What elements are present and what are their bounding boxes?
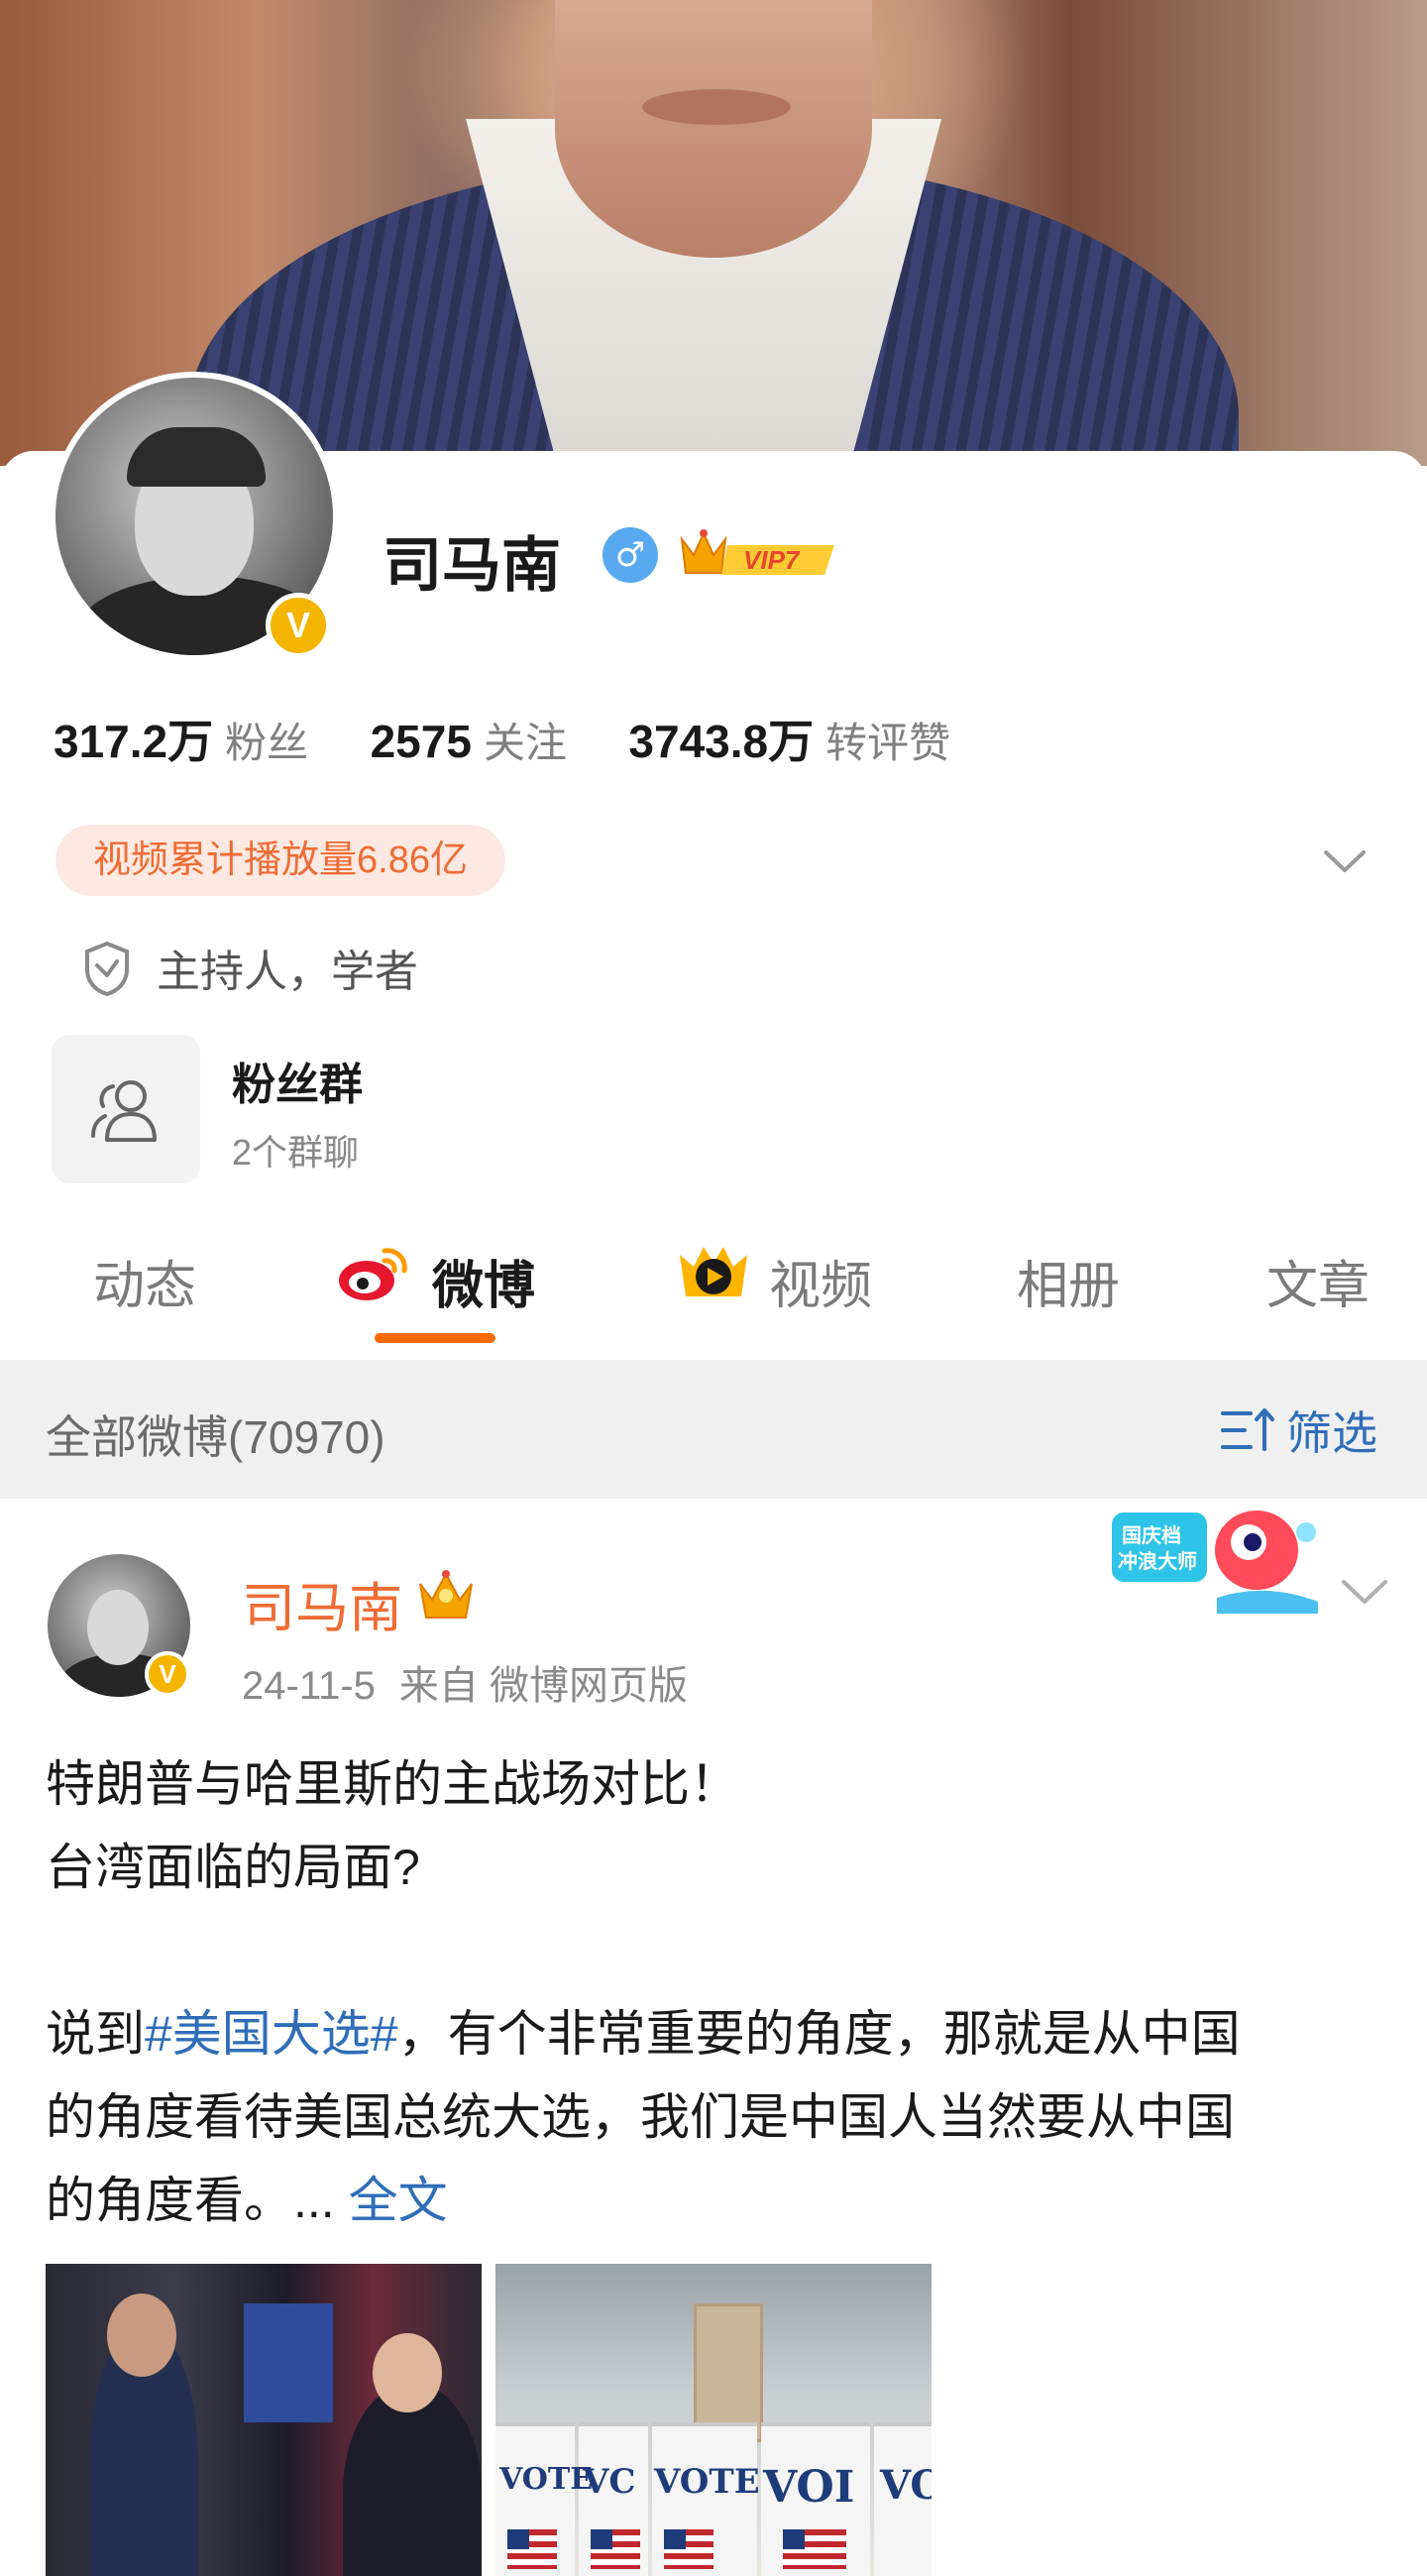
post-menu-chevron-icon[interactable]: [1338, 1570, 1391, 1614]
rally-person-left-head: [107, 2294, 176, 2377]
profile-stats: 317.2万 粉丝 2575 关注 3743.8万 转评赞: [54, 706, 1008, 771]
post-author-name[interactable]: 司马南: [242, 1564, 402, 1642]
stat-interactions[interactable]: 3743.8万 转评赞: [628, 706, 950, 771]
us-flag-4: [783, 2529, 846, 2569]
post-source[interactable]: 来自 微博网页版: [399, 1664, 688, 1708]
us-flag-1: [507, 2529, 557, 2569]
vip-badge-text: VIP7: [743, 545, 801, 575]
fan-group-subtitle: 2个群聊: [232, 1132, 360, 1173]
post-text: 特朗普与哈里斯的主战场对比！ 台湾面临的局面? 说到#美国大选#，有个非常重要的…: [46, 1742, 1393, 2242]
tab-album[interactable]: 相册: [1017, 1244, 1120, 1318]
post-image-rally[interactable]: [46, 2264, 482, 2576]
post-paragraph-line-2: 的角度看待美国总统大选，我们是中国人当然要从中国: [46, 2089, 1235, 2145]
vote-word-4: VOI: [763, 2462, 855, 2513]
voting-room-door: [694, 2303, 763, 2442]
weibo-logo-icon: [339, 1248, 407, 1300]
post-line-1: 特朗普与哈里斯的主战场对比！: [46, 1756, 739, 1812]
post-image-voting[interactable]: VOTE VC VOTE VOI VO: [495, 2264, 932, 2576]
post-topic-link[interactable]: #美国大选#: [145, 2006, 398, 2062]
tab-articles[interactable]: 文章: [1266, 1244, 1370, 1318]
verified-badge-icon: V: [266, 593, 331, 658]
tab-video[interactable]: 视频: [769, 1244, 872, 1318]
group-people-icon: [91, 1080, 157, 1142]
vote-word-3: VOTE: [654, 2462, 760, 2502]
post-blank-line: [46, 1909, 1393, 1992]
filter-sort-icon[interactable]: [1221, 1405, 1276, 1455]
fan-group-title[interactable]: 粉丝群: [232, 1049, 363, 1112]
followers-count: 317.2万: [54, 716, 214, 767]
crown-icon: [419, 1570, 473, 1619]
rally-person-right-head: [373, 2333, 442, 2412]
vote-word-2: VC: [583, 2462, 636, 2502]
holiday-badge-text-line1: 国庆档: [1122, 1523, 1181, 1547]
post-para-line3: 的角度看。...: [46, 2173, 335, 2228]
avatar-hair: [127, 427, 266, 487]
vote-word-5: VO: [880, 2462, 932, 2509]
following-label: 关注: [483, 720, 567, 766]
interactions-count: 3743.8万: [628, 716, 815, 767]
post-line-2: 台湾面临的局面?: [46, 1840, 420, 1895]
tab-dynamic[interactable]: 动态: [93, 1244, 196, 1318]
interactions-label: 转评赞: [825, 720, 951, 766]
holiday-badge-text-line2: 冲浪大师: [1118, 1549, 1197, 1573]
cover-face: [555, 0, 872, 258]
filter-button[interactable]: 筛选: [1286, 1398, 1377, 1463]
weibo-total-count: 全部微博(70970): [46, 1411, 385, 1463]
post-avatar-face: [87, 1590, 149, 1665]
read-more-link[interactable]: 全文: [349, 2173, 448, 2228]
post-date: 24-11-5: [242, 1664, 376, 1708]
profile-role: 主持人，学者: [157, 948, 418, 996]
profile-name: 司马南: [383, 532, 561, 599]
stat-following[interactable]: 2575 关注: [371, 710, 567, 770]
active-tab-indicator: [375, 1333, 495, 1343]
post-paragraph-line-1: 说到#美国大选#，有个非常重要的角度，那就是从中国: [46, 1992, 1393, 2075]
post-para-line1-rest: ，有个非常重要的角度，那就是从中国: [397, 2006, 1241, 2062]
post-meta: 24-11-5 来自 微博网页版: [242, 1653, 688, 1711]
post-verified-badge-icon: V: [145, 1651, 190, 1697]
video-play-count-badge[interactable]: 视频累计播放量6.86亿: [55, 825, 505, 896]
post-paragraph-line-3: 的角度看。... 全文: [46, 2159, 1393, 2242]
rally-sign: [244, 2303, 333, 2422]
vip-badge-icon[interactable]: VIP7: [676, 525, 842, 585]
cover-mouth: [642, 89, 791, 125]
followers-label: 粉丝: [225, 720, 309, 766]
us-flag-2: [591, 2529, 640, 2569]
vote-word-1: VOTE: [499, 2462, 594, 2497]
gender-male-icon: ♂: [603, 527, 658, 583]
video-play-icon: [680, 1247, 747, 1296]
holiday-surf-master-badge[interactable]: 国庆档 冲浪大师: [1108, 1503, 1326, 1618]
chevron-down-icon[interactable]: [1318, 835, 1372, 888]
us-flag-3: [664, 2529, 714, 2569]
following-count: 2575: [370, 716, 472, 767]
post-para-prefix: 说到: [46, 2006, 145, 2062]
shield-icon: [85, 941, 129, 997]
stat-followers[interactable]: 317.2万 粉丝: [54, 706, 308, 771]
tab-weibo[interactable]: 微博: [432, 1244, 535, 1318]
fan-group-icon-box[interactable]: [52, 1035, 200, 1183]
